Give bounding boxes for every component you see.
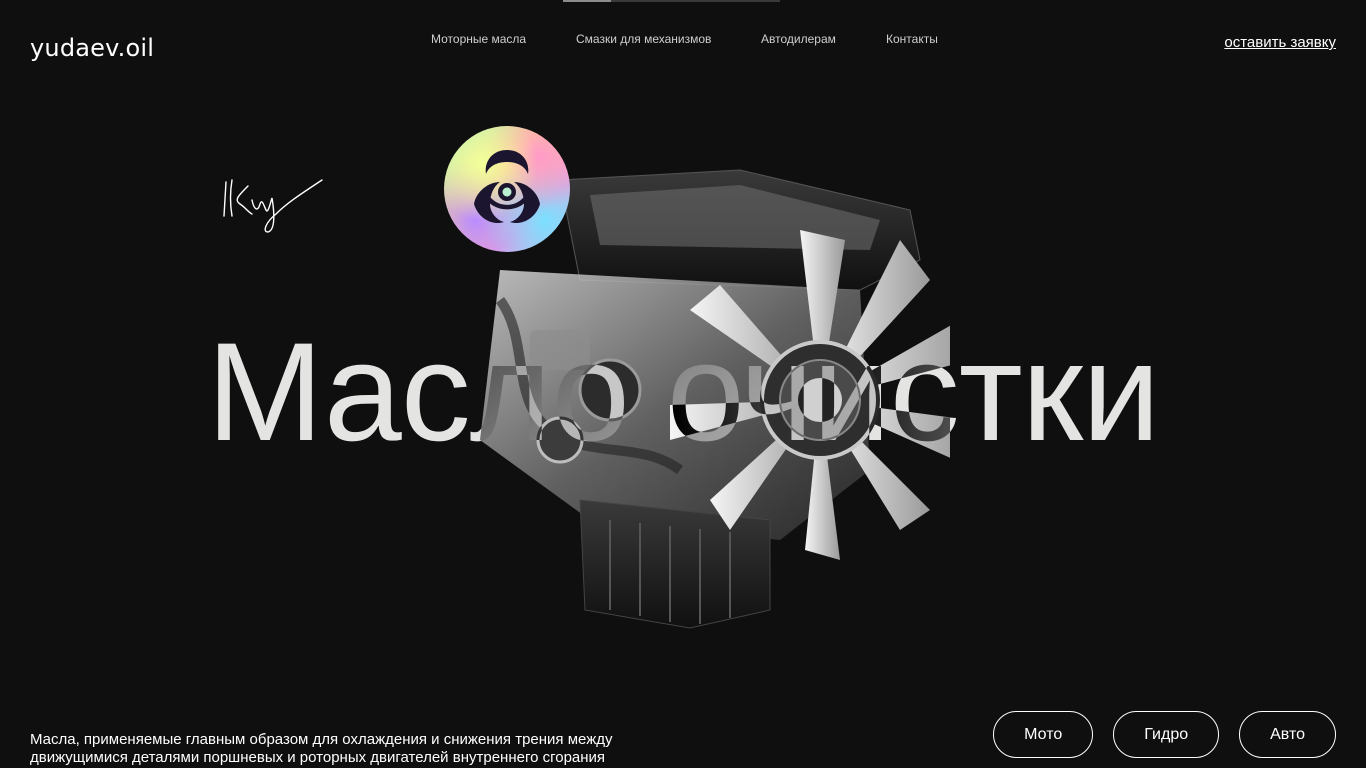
hero-description: Масла, применяемые главным образом для о…	[30, 731, 613, 766]
category-auto-button[interactable]: Авто	[1239, 711, 1336, 758]
biohazard-icon	[474, 150, 540, 224]
slide-progress-bar	[563, 0, 780, 2]
category-hydro-button[interactable]: Гидро	[1113, 711, 1220, 758]
hero-page: yudaev.oil Моторные масла Смазки для мех…	[0, 0, 1366, 768]
slide-progress-fill	[563, 0, 611, 2]
leave-request-link[interactable]: оставить заявку	[1224, 34, 1336, 51]
biohazard-badge	[444, 126, 570, 252]
nav-item-motor-oils[interactable]: Моторные масла	[431, 32, 526, 46]
category-moto-button[interactable]: Мото	[993, 711, 1094, 758]
nav-item-dealers[interactable]: Автодилерам	[761, 32, 836, 46]
main-nav: Моторные масла Смазки для механизмов Авт…	[0, 32, 1366, 52]
category-buttons: Мото Гидро Авто	[993, 711, 1336, 758]
nav-item-mechanism-lubricants[interactable]: Смазки для механизмов	[576, 32, 711, 46]
hero-headline: Масло очистки	[206, 312, 1161, 470]
signature-image	[223, 179, 323, 233]
nav-item-contacts[interactable]: Контакты	[886, 32, 938, 46]
